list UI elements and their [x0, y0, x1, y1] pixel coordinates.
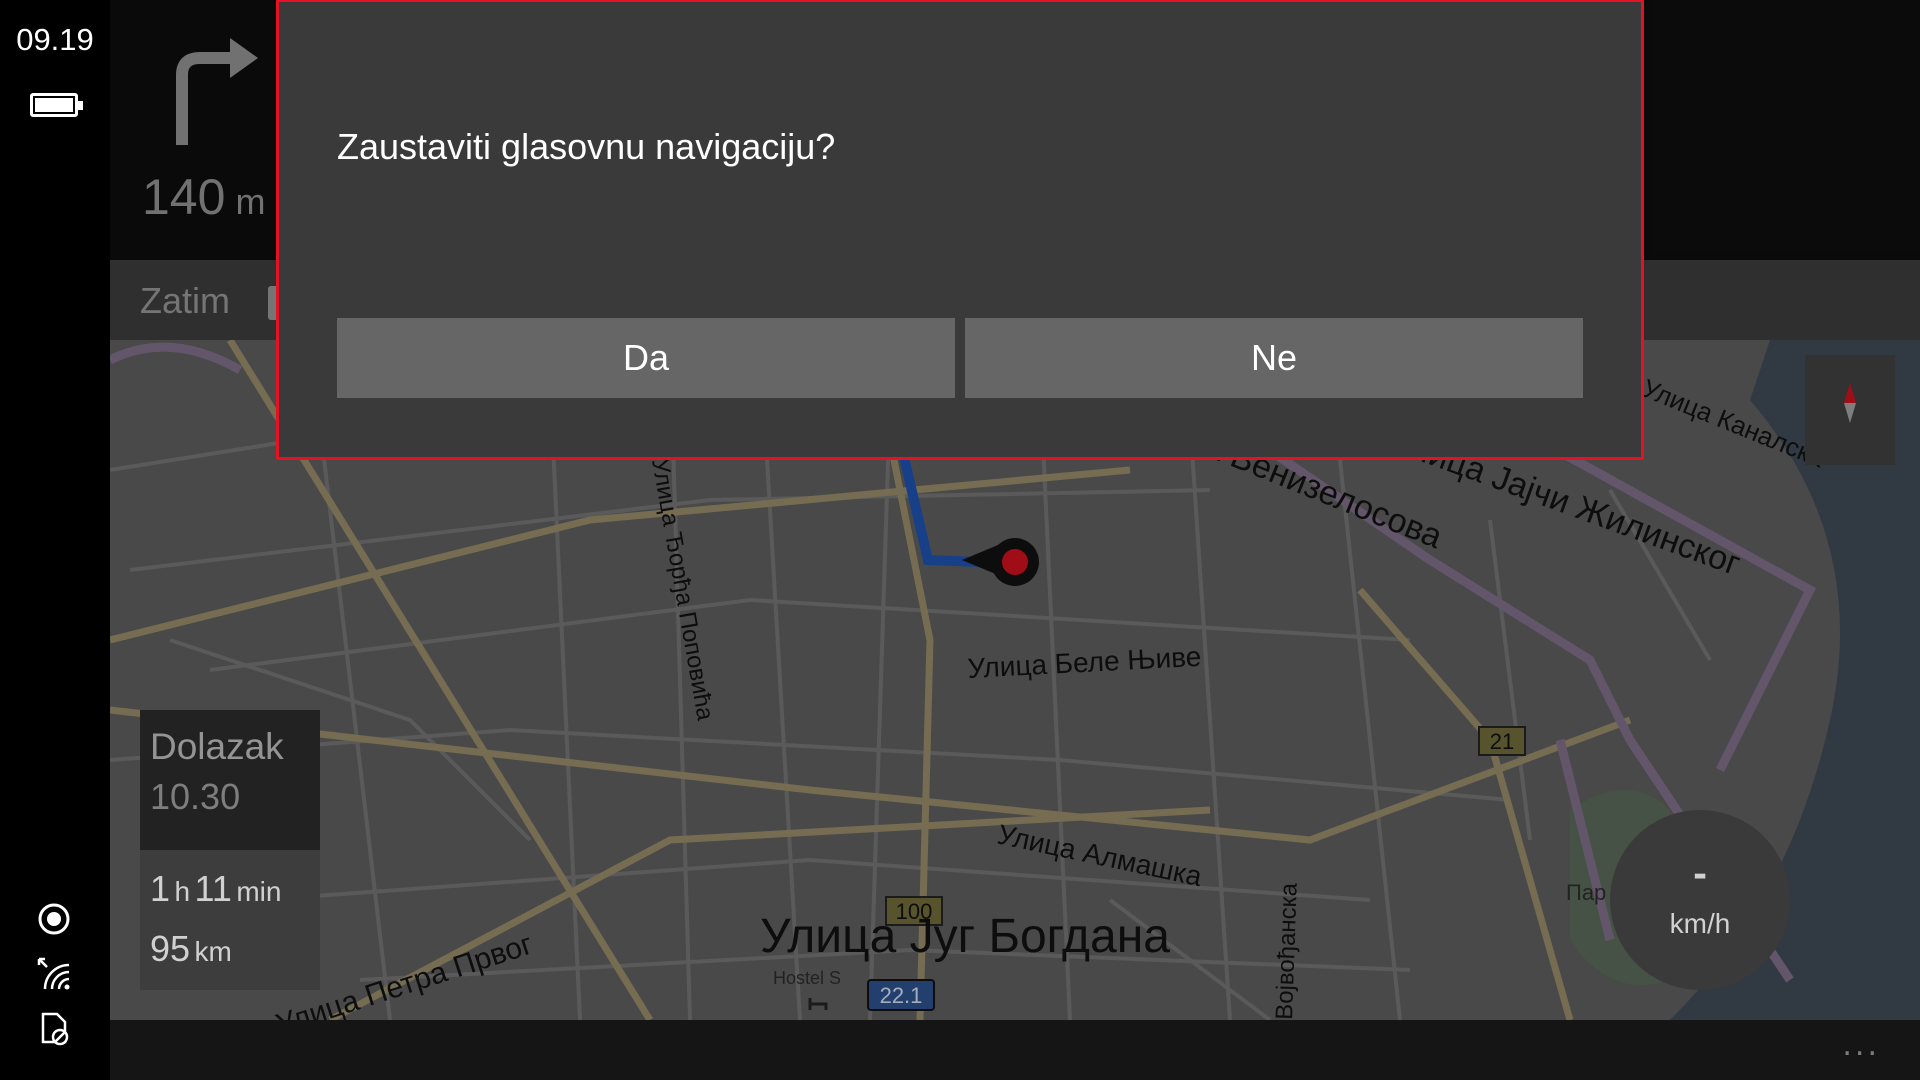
no-button[interactable]: Ne [965, 318, 1583, 398]
clock: 09.19 [16, 22, 94, 57]
battery-icon [30, 93, 83, 117]
yes-button[interactable]: Da [337, 318, 955, 398]
wireless-signal-icon[interactable] [35, 955, 73, 993]
record-icon[interactable] [35, 900, 73, 938]
system-bar: 09.19 [0, 0, 110, 1080]
dialog-message: Zaustaviti glasovnu navigaciju? [337, 126, 836, 167]
stop-voice-navigation-dialog: Zaustaviti glasovnu navigaciju? Da Ne [276, 0, 1644, 460]
location-off-icon[interactable] [35, 1010, 73, 1048]
